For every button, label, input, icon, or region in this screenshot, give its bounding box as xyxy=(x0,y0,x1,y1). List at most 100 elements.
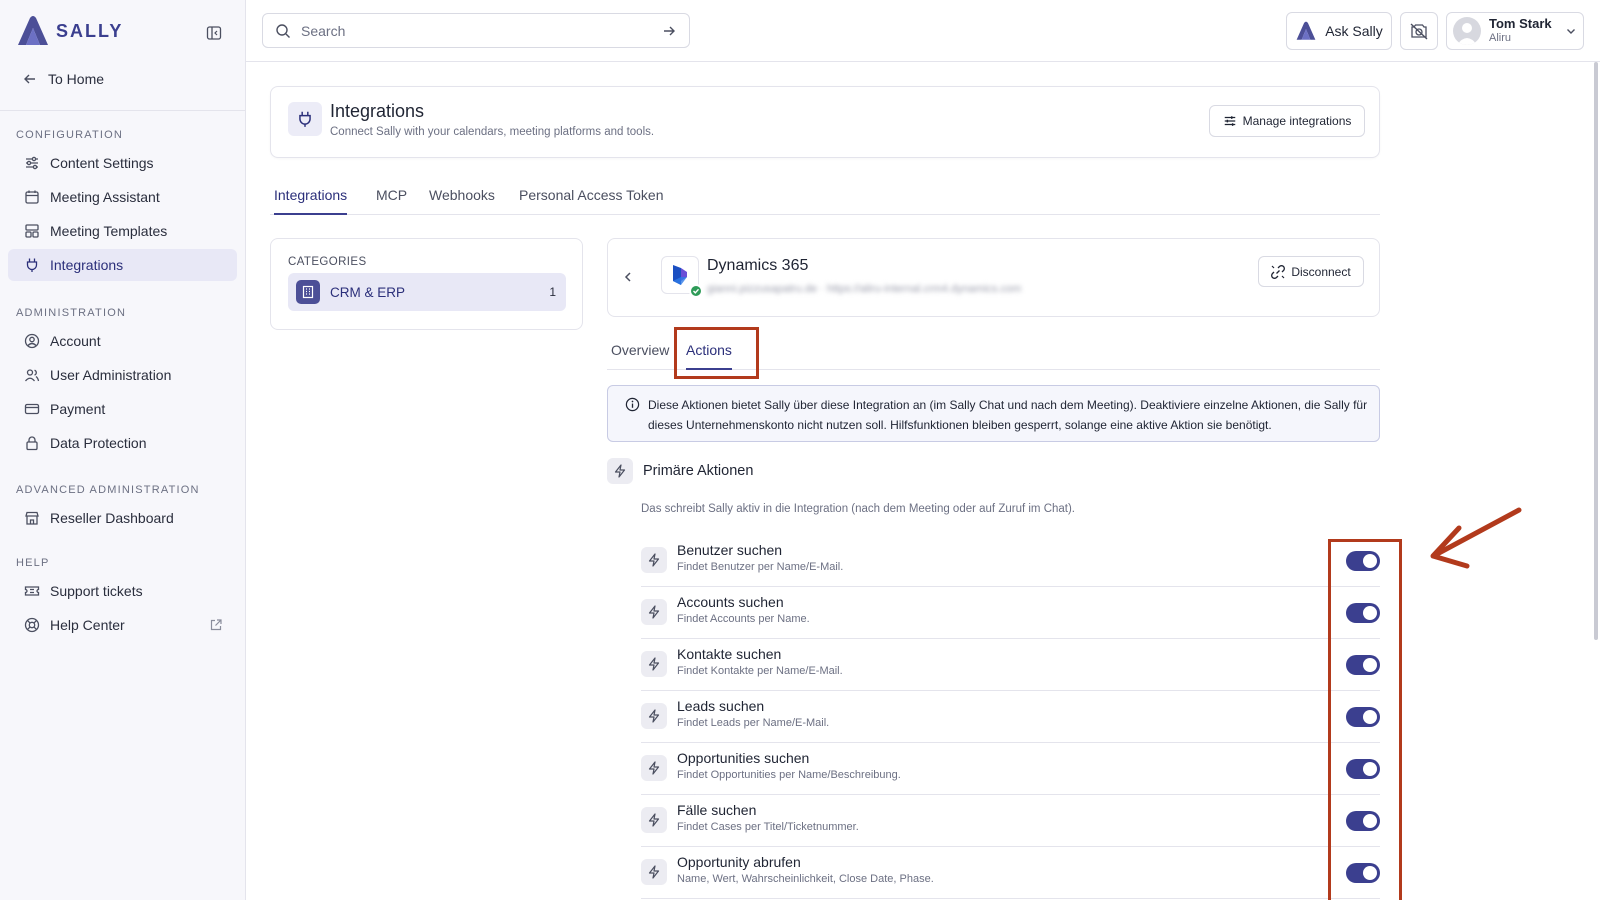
info-banner: Diese Aktionen bietet Sally über diese I… xyxy=(607,385,1380,442)
category-item-crm-erp[interactable]: CRM & ERP 1 xyxy=(288,273,566,311)
manage-integrations-label: Manage integrations xyxy=(1242,114,1352,128)
sidebar-item-label: Account xyxy=(50,333,101,349)
action-row: Opportunity abrufen Name, Wert, Wahrschei… xyxy=(641,847,1380,899)
sidebar-item-meeting-templates[interactable]: Meeting Templates xyxy=(8,215,237,247)
page-title: Integrations xyxy=(330,101,425,121)
tab-personal-access-token[interactable]: Personal Access Token xyxy=(519,187,664,215)
sidebar-item-user-administration[interactable]: User Administration xyxy=(8,359,237,391)
action-row: Leads suchen Findet Leads per Name/E-Mail… xyxy=(641,691,1380,743)
sidebar-item-payment[interactable]: Payment xyxy=(8,393,237,425)
manage-integrations-button[interactable]: Manage integrations xyxy=(1209,105,1365,137)
sidebar-item-help-center[interactable]: Help Center xyxy=(8,609,237,641)
sidebar-item-label: Help Center xyxy=(50,617,125,633)
categories-label: CATEGORIES xyxy=(288,256,367,268)
plug-icon xyxy=(26,258,38,272)
action-title: Opportunity abrufen xyxy=(677,854,801,870)
ask-sally-button[interactable]: Ask Sally xyxy=(1286,12,1392,50)
user-info: Tom Stark Aliru xyxy=(1489,16,1552,46)
tab-mcp[interactable]: MCP xyxy=(376,187,407,215)
category-count: 1 xyxy=(549,285,556,299)
categories-card: CATEGORIES CRM & ERP 1 xyxy=(270,238,583,330)
bolt-icon xyxy=(648,865,660,879)
lock-icon xyxy=(26,436,38,451)
action-desc: Findet Leads per Name/E-Mail. xyxy=(677,717,830,729)
scrollbar[interactable] xyxy=(1594,62,1598,640)
tab-integrations[interactable]: Integrations xyxy=(274,187,348,215)
action-row: Fälle suchen Findet Cases per Titel/Ticke… xyxy=(641,795,1380,847)
action-desc: Findet Accounts per Name. xyxy=(677,613,810,625)
user-circle-icon xyxy=(24,333,40,349)
user-name: Tom Stark xyxy=(1489,16,1552,31)
sidebar-item-label: Meeting Templates xyxy=(50,223,168,239)
category-label: CRM & ERP xyxy=(330,284,406,300)
back-button[interactable] xyxy=(618,267,638,287)
to-home-link[interactable]: To Home xyxy=(22,68,104,90)
integration-account-blurred: gianni.pizzusapatru.de · https://aliru-i… xyxy=(707,283,1022,295)
sidebar-item-support-tickets[interactable]: Support tickets xyxy=(8,575,237,607)
user-menu-button[interactable]: Tom Stark Aliru xyxy=(1446,12,1584,50)
sidebar-item-label: Content Settings xyxy=(50,155,154,171)
sidebar-item-label: Meeting Assistant xyxy=(50,189,160,205)
bolt-icon-box xyxy=(641,807,667,833)
primary-actions-header: Primäre Aktionen xyxy=(607,458,753,484)
chevron-left-icon xyxy=(624,272,631,282)
action-title: Accounts suchen xyxy=(677,594,784,610)
search-input[interactable] xyxy=(301,22,651,39)
bolt-icon-box xyxy=(641,859,667,885)
plug-icon xyxy=(299,111,311,127)
unlink-icon xyxy=(1271,264,1286,279)
section-label-configuration: CONFIGURATION xyxy=(16,129,124,141)
building-icon xyxy=(296,280,320,304)
brand-logo[interactable]: SALLY xyxy=(16,14,123,48)
users-icon xyxy=(24,369,40,382)
sidebar-item-label: Support tickets xyxy=(50,583,143,599)
tab-overview[interactable]: Overview xyxy=(611,342,669,370)
action-desc: Name, Wert, Wahrscheinlichkeit, Close Da… xyxy=(677,873,934,885)
camera-off-button[interactable] xyxy=(1400,12,1438,50)
sidebar-item-label: Integrations xyxy=(50,257,124,273)
ask-sally-label: Ask Sally xyxy=(1325,23,1383,39)
collapse-sidebar-button[interactable] xyxy=(204,23,224,43)
disconnect-label: Disconnect xyxy=(1291,264,1351,279)
arrow-left-icon xyxy=(24,74,35,84)
action-row: Accounts suchen Findet Accounts per Name. xyxy=(641,587,1380,639)
sliders-icon xyxy=(26,156,38,170)
to-home-label: To Home xyxy=(48,71,105,87)
bolt-icon-box xyxy=(607,458,633,484)
dynamics-logo xyxy=(661,256,703,298)
sidebar-item-integrations[interactable]: Integrations xyxy=(8,249,237,281)
store-icon xyxy=(25,511,39,525)
action-row: Benutzer suchen Findet Benutzer per Name/… xyxy=(641,535,1380,587)
arrow-right-icon[interactable] xyxy=(661,23,677,39)
bolt-icon xyxy=(648,605,660,619)
sidebar-item-data-protection[interactable]: Data Protection xyxy=(8,427,237,459)
sidebar-item-meeting-assistant[interactable]: Meeting Assistant xyxy=(8,181,237,213)
bolt-icon xyxy=(648,553,660,567)
action-title: Benutzer suchen xyxy=(677,542,783,558)
integrations-header-card: Integrations Connect Sally with your cal… xyxy=(270,86,1380,158)
bolt-icon xyxy=(648,657,660,671)
calendar-icon xyxy=(25,190,39,204)
avatar xyxy=(1453,17,1481,45)
external-link-icon xyxy=(210,619,222,631)
primary-actions-desc: Das schreibt Sally aktiv in die Integrat… xyxy=(641,503,1076,515)
template-icon xyxy=(25,224,39,238)
connected-check-icon xyxy=(689,284,703,298)
section-label-administration: ADMINISTRATION xyxy=(16,307,127,319)
sally-logo-icon xyxy=(18,16,48,45)
bolt-icon-box xyxy=(641,755,667,781)
tab-webhooks[interactable]: Webhooks xyxy=(429,187,495,215)
action-title: Fälle suchen xyxy=(677,802,757,818)
disconnect-button[interactable]: Disconnect xyxy=(1258,256,1364,287)
annotation-arrow-icon xyxy=(1430,507,1522,569)
search-box[interactable] xyxy=(262,13,690,48)
sidebar-item-account[interactable]: Account xyxy=(8,325,237,357)
action-desc: Findet Cases per Titel/Ticketnummer. xyxy=(677,821,859,833)
sidebar-item-label: Payment xyxy=(50,401,106,417)
bolt-icon-box xyxy=(641,703,667,729)
sidebar-item-reseller-dashboard[interactable]: Reseller Dashboard xyxy=(8,502,237,534)
camera-off-icon xyxy=(1410,23,1428,40)
bolt-icon xyxy=(648,709,660,723)
page-subtitle: Connect Sally with your calendars, meeti… xyxy=(330,126,655,138)
sidebar-item-content-settings[interactable]: Content Settings xyxy=(8,147,237,179)
